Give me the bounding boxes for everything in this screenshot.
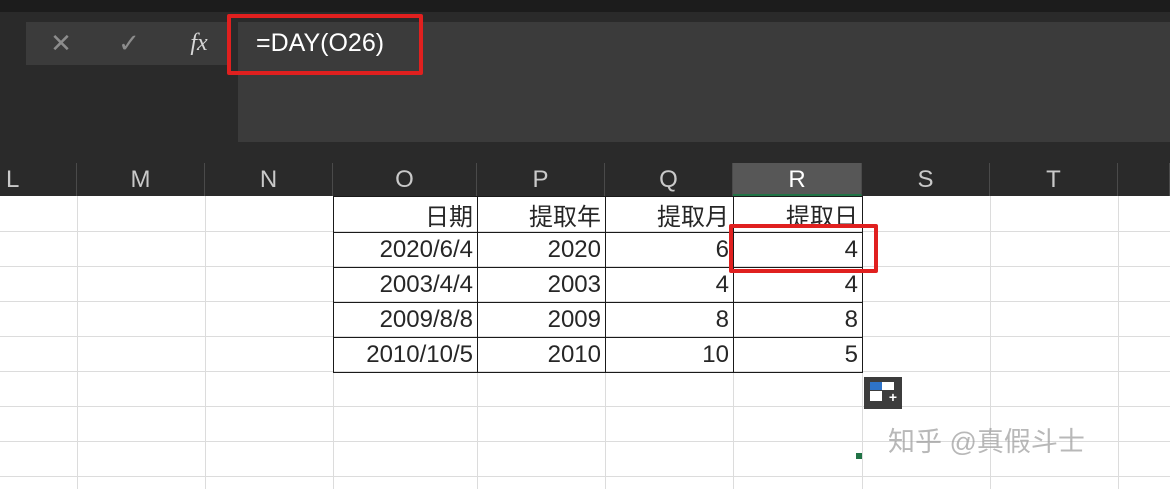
column-header-partial[interactable]: [1118, 163, 1170, 196]
data-table: 日期 提取年 提取月 提取日 2020/6/4 2020 6 4 2003/4/4 2003 4 4 2…: [333, 196, 863, 373]
fx-icon: fx: [190, 30, 208, 56]
table-cell[interactable]: 8: [733, 302, 863, 338]
table-cell[interactable]: 4: [605, 267, 734, 303]
ribbon-edge: [0, 0, 1170, 12]
quick-analysis-icon: [870, 382, 882, 390]
cancel-button[interactable]: ✕: [40, 22, 82, 65]
formula-highlight-box: [227, 14, 423, 75]
watermark: 知乎 @真假斗士: [888, 427, 1085, 457]
table-cell[interactable]: 2010/10/5: [333, 337, 478, 373]
table-cell[interactable]: 2010: [477, 337, 606, 373]
fill-handle[interactable]: [856, 453, 862, 459]
table-header-cell[interactable]: 日期: [333, 196, 478, 233]
column-header-L[interactable]: L: [0, 163, 77, 196]
table-cell[interactable]: 2020/6/4: [333, 232, 478, 268]
check-icon: ✓: [118, 28, 140, 58]
column-header-T[interactable]: T: [990, 163, 1118, 196]
cross-icon: ✕: [50, 28, 72, 58]
table-cell[interactable]: 6: [605, 232, 734, 268]
table-row: 2010/10/5 2010 10 5: [333, 337, 863, 373]
table-cell[interactable]: 2020: [477, 232, 606, 268]
column-header-R[interactable]: R: [733, 163, 862, 196]
insert-function-button[interactable]: fx: [176, 22, 222, 65]
column-header-M[interactable]: M: [77, 163, 205, 196]
grid-line: [205, 196, 206, 489]
column-header-Q[interactable]: Q: [605, 163, 733, 196]
formula-controls: ✕ ✓ fx: [26, 22, 230, 65]
table-cell[interactable]: 2009: [477, 302, 606, 338]
quick-analysis-icon-part: [870, 391, 882, 401]
grid-line: [1118, 196, 1119, 489]
column-header-O[interactable]: O: [333, 163, 477, 196]
grid-line: [0, 406, 1170, 407]
table-cell[interactable]: 8: [605, 302, 734, 338]
formula-bar: ✕ ✓ fx =DAY(O26): [0, 0, 1170, 163]
quick-analysis-button[interactable]: +: [864, 377, 902, 409]
table-header-cell[interactable]: 提取年: [477, 196, 606, 233]
table-cell[interactable]: 2003: [477, 267, 606, 303]
column-header-row: LMNOPQRST: [0, 163, 1170, 196]
column-header-S[interactable]: S: [862, 163, 990, 196]
grid-line: [0, 476, 1170, 477]
table-row: 2009/8/8 2009 8 8: [333, 302, 863, 338]
enter-button[interactable]: ✓: [108, 22, 150, 65]
column-header-P[interactable]: P: [477, 163, 605, 196]
plus-icon: +: [888, 389, 898, 405]
table-cell[interactable]: 2009/8/8: [333, 302, 478, 338]
column-header-N[interactable]: N: [205, 163, 333, 196]
grid-line: [77, 196, 78, 489]
cell-highlight-box: [729, 224, 878, 273]
table-cell[interactable]: 5: [733, 337, 863, 373]
table-cell[interactable]: 10: [605, 337, 734, 373]
table-header-cell[interactable]: 提取月: [605, 196, 734, 233]
table-cell[interactable]: 2003/4/4: [333, 267, 478, 303]
